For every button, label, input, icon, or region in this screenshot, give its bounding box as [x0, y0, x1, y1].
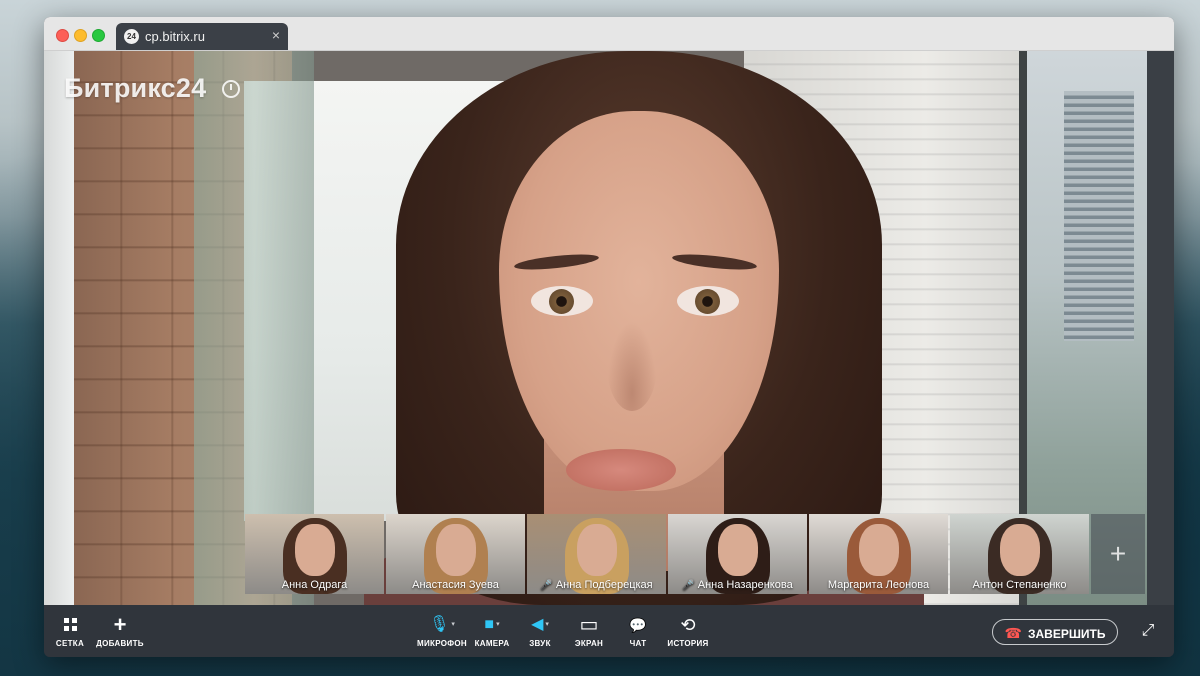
- add-label: ДОБАВИТЬ: [96, 639, 144, 648]
- participant-tile[interactable]: Анастасия Зуева: [386, 514, 525, 594]
- bitrix24-logo: Битрикс24: [64, 73, 207, 103]
- video-background-edge: [1147, 51, 1174, 605]
- participant-name-label: Анна Одрага: [281, 579, 348, 591]
- participant-name: Анна Одрага: [245, 579, 384, 591]
- chevron-down-icon[interactable]: ▾: [496, 621, 500, 628]
- browser-tab[interactable]: 24 cp.bitrix.ru ×: [116, 23, 288, 50]
- history-icon: ⟲: [680, 615, 696, 635]
- video-background-building: [1064, 91, 1134, 341]
- speaker-lips: [566, 449, 676, 491]
- participant-name-label: Антон Степаненко: [972, 579, 1067, 591]
- fullscreen-icon[interactable]: ⤢: [1138, 621, 1158, 641]
- participant-name-label: Анна Назаренкова: [697, 579, 793, 591]
- participant-face: [577, 524, 617, 576]
- participant-tile[interactable]: Антон Степаненко: [950, 514, 1089, 594]
- participant-name-label: Маргарита Леонова: [827, 579, 930, 591]
- browser-titlebar: 24 cp.bitrix.ru ×: [44, 17, 1174, 51]
- call-toolbar: СЕТКА + ДОБАВИТЬ 🎙 ▾ МИКРОФОН ■ ▾ КАМЕРА ◀…: [44, 605, 1174, 657]
- speaker-eye-left: [531, 286, 593, 316]
- phone-hangup-icon: ☎: [1004, 625, 1022, 641]
- participant-name: Антон Степаненко: [950, 579, 1089, 591]
- clock-icon: [222, 80, 240, 98]
- speaker-eye-right: [677, 286, 739, 316]
- minimize-window-button[interactable]: [74, 29, 87, 42]
- browser-window: 24 cp.bitrix.ru × Битрикс24 Анна Одрага А…: [44, 17, 1174, 657]
- participant-name: Маргарита Леонова: [809, 579, 948, 591]
- main-video: Битрикс24 Анна Одрага Анастасия Зуева 🎤 Анн…: [44, 51, 1174, 605]
- participant-name: 🎤 Анна Подберецкая: [527, 579, 666, 591]
- participant-name-label: Анастасия Зуева: [412, 579, 499, 591]
- add-participant-button[interactable]: + ДОБАВИТЬ: [90, 612, 150, 649]
- history-label: ИСТОРИЯ: [667, 639, 709, 648]
- maximize-window-button[interactable]: [92, 29, 105, 42]
- participant-face: [436, 524, 476, 576]
- participant-name: 🎤 Анна Назаренкова: [668, 579, 807, 591]
- bitrix-favicon-icon: 24: [124, 29, 139, 44]
- mic-off-icon: 🎤: [540, 580, 553, 591]
- history-button[interactable]: ⟲ ИСТОРИЯ: [658, 615, 718, 648]
- more-participants-button[interactable]: +: [1091, 514, 1145, 594]
- participant-name-label: Анна Подберецкая: [555, 579, 653, 591]
- participant-face: [859, 524, 899, 576]
- participant-tile[interactable]: 🎤 Анна Назаренкова: [668, 514, 807, 594]
- end-call-label: ЗАВЕРШИТЬ: [1027, 627, 1106, 641]
- chevron-down-icon[interactable]: ▾: [451, 621, 455, 628]
- participant-tile[interactable]: 🎤 Анна Подберецкая: [527, 514, 666, 594]
- plus-icon: +: [113, 612, 127, 637]
- participant-face: [718, 524, 758, 576]
- speaker-nose: [607, 321, 657, 411]
- participant-face: [1000, 524, 1040, 576]
- participant-face: [295, 524, 335, 576]
- participant-name: Анастасия Зуева: [386, 579, 525, 591]
- chevron-down-icon[interactable]: ▾: [545, 621, 549, 628]
- tab-close-icon[interactable]: ×: [272, 27, 280, 43]
- video-background-frame: [44, 51, 74, 605]
- participants-strip: Анна Одрага Анастасия Зуева 🎤 Анна Подберец…: [245, 514, 1148, 594]
- close-window-button[interactable]: [56, 29, 69, 42]
- participant-tile[interactable]: Анна Одрага: [245, 514, 384, 594]
- end-call-button[interactable]: ☎ ЗАВЕРШИТЬ: [992, 619, 1118, 645]
- participant-tile[interactable]: Маргарита Леонова: [809, 514, 948, 594]
- tab-title: cp.bitrix.ru: [145, 29, 205, 44]
- mic-off-icon: 🎤: [682, 580, 695, 591]
